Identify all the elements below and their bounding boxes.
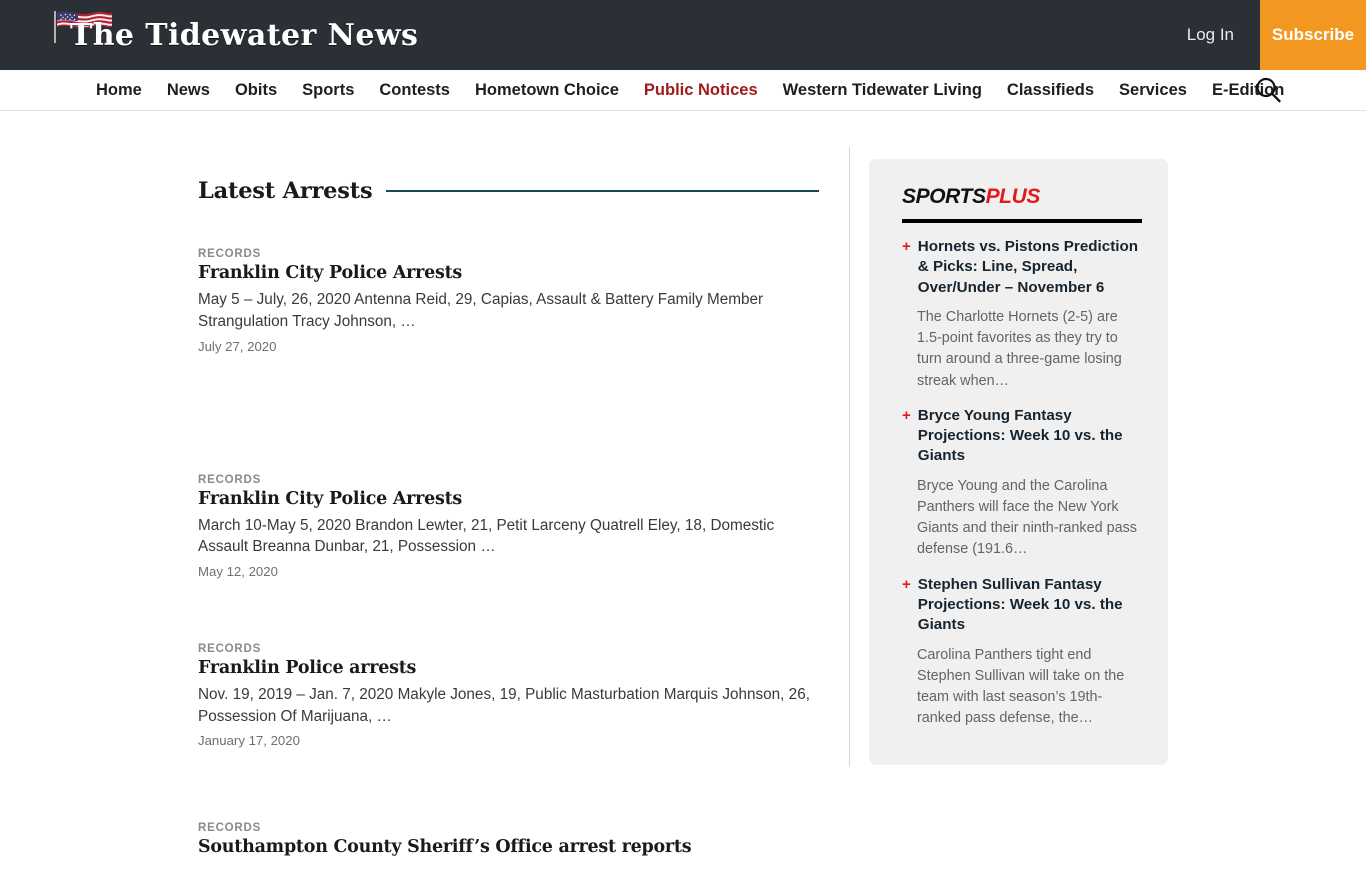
sidebar-item-header: + Hornets vs. Pistons Prediction & Picks… [902, 237, 1142, 298]
nav-link-obits[interactable]: Obits [235, 81, 277, 99]
article-excerpt: Nov. 19, 2019 – Jan. 7, 2020 Makyle Jone… [198, 685, 810, 725]
article-title-link[interactable]: Southampton County Sheriff’s Office arre… [198, 837, 819, 859]
nav-item-news[interactable]: News [167, 81, 210, 100]
header-actions: Log In Subscribe [1161, 0, 1366, 70]
nav-link-sports[interactable]: Sports [302, 81, 354, 99]
page-title: Latest Arrests [198, 177, 373, 204]
plus-bullet-icon: + [902, 406, 911, 424]
sidebar-list-item: + Bryce Young Fantasy Projections: Week … [902, 406, 1142, 561]
column-divider [849, 147, 850, 767]
nav-link-hometown-choice[interactable]: Hometown Choice [475, 81, 619, 99]
article-category[interactable]: RECORDS [198, 643, 819, 655]
sidebar-item-header: + Bryce Young Fantasy Projections: Week … [902, 406, 1142, 467]
sports-plus-logo-accent: PLUS [985, 185, 1041, 208]
nav-item-services[interactable]: Services [1119, 81, 1187, 100]
sidebar-list-item: + Stephen Sullivan Fantasy Projections: … [902, 575, 1142, 730]
widget-rule [902, 219, 1142, 223]
article-date: May 12, 2020 [198, 563, 278, 579]
nav-item-public-notices[interactable]: Public Notices [644, 81, 758, 100]
nav-item-western-tidewater-living[interactable]: Western Tidewater Living [783, 81, 982, 100]
sidebar: SPORTSPLUS + Hornets vs. Pistons Predict… [869, 111, 1168, 871]
main-column: Latest Arrests RECORDS Franklin City Pol… [198, 111, 820, 871]
content-wrapper: Latest Arrests RECORDS Franklin City Pol… [198, 111, 1168, 871]
site-title: The Tidewater News [70, 17, 419, 53]
article-list-item: RECORDS Franklin City Police Arrests May… [198, 248, 819, 353]
page-body: Latest Arrests RECORDS Franklin City Pol… [0, 111, 1366, 857]
primary-navigation: Home News Obits Sports Contests Hometown… [0, 70, 1366, 111]
sports-plus-logo-main: SPORTS [902, 185, 986, 208]
sports-plus-logo: SPORTSPLUS [902, 185, 1142, 213]
sidebar-item-excerpt: Carolina Panthers tight end Stephen Sull… [917, 646, 1125, 727]
sidebar-list-item: + Hornets vs. Pistons Prediction & Picks… [902, 237, 1142, 392]
nav-item-home[interactable]: Home [96, 81, 142, 100]
article-excerpt: May 5 – July, 26, 2020 Antenna Reid, 29,… [198, 291, 764, 330]
sports-plus-widget: SPORTSPLUS + Hornets vs. Pistons Predict… [869, 159, 1168, 766]
nav-link-western-tidewater-living[interactable]: Western Tidewater Living [783, 81, 982, 99]
article-category[interactable]: RECORDS [198, 248, 819, 260]
nav-list: Home News Obits Sports Contests Hometown… [0, 81, 1284, 100]
login-link[interactable]: Log In [1161, 0, 1260, 70]
plus-bullet-icon: + [902, 238, 911, 255]
article-list-item: RECORDS Franklin Police arrests Nov. 19,… [198, 643, 819, 748]
sidebar-item-excerpt: The Charlotte Hornets (2-5) are 1.5-poin… [917, 309, 1122, 389]
nav-link-home[interactable]: Home [96, 81, 142, 99]
subscribe-button[interactable]: Subscribe [1260, 0, 1366, 70]
site-logo-link[interactable]: The Tidewater News [48, 0, 418, 70]
article-title-link[interactable]: Franklin City Police Arrests [198, 489, 819, 511]
sidebar-item-header: + Stephen Sullivan Fantasy Projections: … [902, 575, 1142, 636]
sidebar-item-title-link[interactable]: Hornets vs. Pistons Prediction & Picks: … [918, 237, 1142, 298]
article-excerpt: March 10-May 5, 2020 Brandon Lewter, 21,… [198, 516, 775, 556]
plus-bullet-icon: + [902, 575, 911, 593]
nav-item-sports[interactable]: Sports [302, 81, 354, 100]
site-header: The Tidewater News Log In Subscribe [0, 0, 1366, 70]
sidebar-item-excerpt: Bryce Young and the Carolina Panthers wi… [917, 477, 1137, 558]
nav-link-contests[interactable]: Contests [379, 81, 450, 99]
article-category[interactable]: RECORDS [198, 822, 819, 834]
nav-link-classifieds[interactable]: Classifieds [1007, 81, 1094, 99]
search-icon[interactable] [1253, 75, 1283, 105]
nav-item-contests[interactable]: Contests [379, 81, 450, 100]
nav-link-public-notices[interactable]: Public Notices [644, 81, 758, 99]
nav-link-services[interactable]: Services [1119, 81, 1187, 99]
article-category[interactable]: RECORDS [198, 474, 819, 486]
nav-item-classifieds[interactable]: Classifieds [1007, 81, 1094, 100]
article-title-link[interactable]: Franklin Police arrests [198, 658, 819, 680]
section-rule [386, 189, 820, 192]
article-list-item: RECORDS Southampton County Sheriff’s Off… [198, 822, 819, 859]
nav-link-news[interactable]: News [167, 81, 210, 99]
article-date: July 27, 2020 [198, 338, 277, 354]
section-header: Latest Arrests [198, 159, 820, 222]
sidebar-item-title-link[interactable]: Bryce Young Fantasy Projections: Week 10… [918, 406, 1142, 467]
article-date: January 17, 2020 [198, 733, 300, 749]
sidebar-item-title-link[interactable]: Stephen Sullivan Fantasy Projections: We… [918, 575, 1142, 636]
nav-item-hometown-choice[interactable]: Hometown Choice [475, 81, 619, 100]
nav-item-obits[interactable]: Obits [235, 81, 277, 100]
article-title-link[interactable]: Franklin City Police Arrests [198, 263, 819, 285]
article-list-item: RECORDS Franklin City Police Arrests Mar… [198, 474, 819, 579]
